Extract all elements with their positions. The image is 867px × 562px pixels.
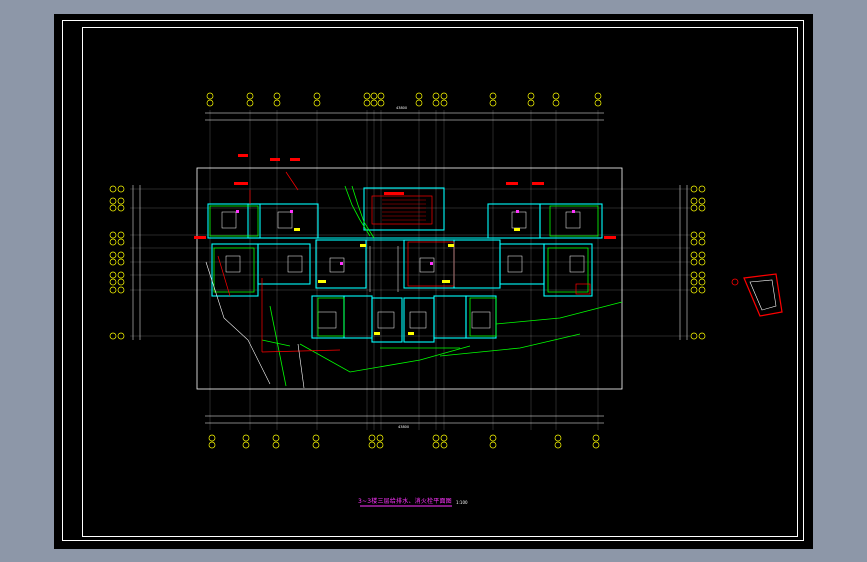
building-walls — [207, 187, 603, 343]
yellow-symbols — [294, 228, 520, 335]
overall-dimension-top: 43800 — [396, 106, 408, 110]
red-hatch-stair — [382, 199, 426, 221]
site-boundary — [196, 167, 623, 390]
grid-bubbles-left — [109, 185, 125, 340]
site-edge-left — [205, 261, 305, 389]
grid-bubbles-top — [206, 92, 602, 107]
overall-dimension-bottom: 43800 — [398, 425, 410, 429]
floor-plan-drawing — [109, 92, 783, 507]
grid-bubbles-right — [690, 185, 706, 340]
interior-partitions — [221, 211, 585, 329]
drawing-title: 3~3楼三层给排水、消火栓平面图 — [358, 498, 452, 505]
red-labels — [194, 154, 616, 239]
key-plan — [731, 273, 783, 317]
dimension-lines — [132, 112, 688, 424]
drawing-scale: 1:100 — [456, 500, 468, 505]
grid-bubbles-bottom — [208, 434, 600, 449]
